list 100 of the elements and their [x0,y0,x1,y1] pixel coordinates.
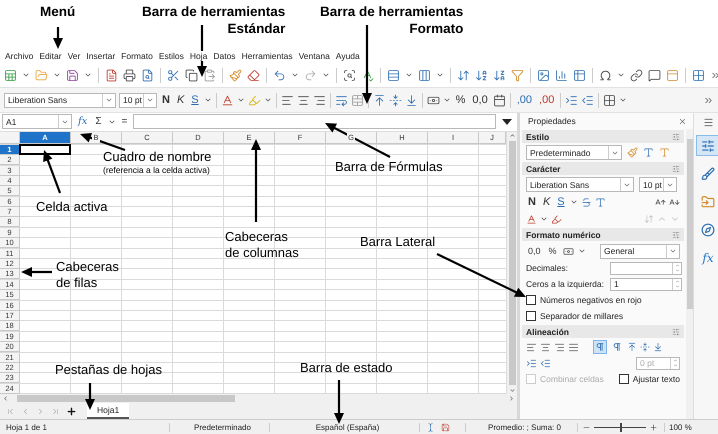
caret-icon[interactable] [436,71,444,79]
formula-button[interactable]: = [120,114,130,130]
paintbrush-icon[interactable] [229,68,242,82]
chart-icon[interactable] [555,68,568,82]
section-header[interactable]: Carácter [522,162,684,175]
caret-icon[interactable] [570,198,578,206]
caret-icon[interactable] [84,71,92,79]
save-icon[interactable] [66,68,79,82]
category-field[interactable]: General [600,244,680,258]
table-icon[interactable] [573,68,586,82]
vertical-scrollbar[interactable] [506,132,517,394]
align-center-icon[interactable] [540,342,551,352]
caret-icon[interactable] [540,215,548,223]
justify-icon[interactable] [568,342,579,352]
sheet-tab[interactable]: Hoja1 [87,403,130,419]
scrollbar-thumb[interactable] [17,395,235,402]
caret-icon[interactable] [669,247,677,255]
number-format-button[interactable]: 0,0 [470,92,490,108]
caret-icon[interactable] [204,96,212,104]
menu-item[interactable]: Formato [120,50,154,60]
menu-item[interactable]: Editar [38,50,63,60]
scroll-right-icon[interactable] [508,395,515,402]
zoom-level[interactable]: 100 % [664,422,692,432]
selection-mode-icon[interactable] [426,422,435,432]
section-header[interactable]: Alineación [522,325,684,338]
copy-icon[interactable] [185,68,198,82]
menu-item[interactable]: Datos [212,50,237,60]
more-options-icon[interactable] [672,328,680,336]
sum-button[interactable]: Σ [93,114,104,130]
checkbox-label[interactable]: Números negativos en rojo [540,295,642,305]
font-name-field[interactable]: Liberation Sans [526,177,634,192]
function-wizard-button[interactable]: fx [76,114,90,130]
caret-icon[interactable] [22,71,30,79]
caret-icon[interactable] [578,247,586,255]
checkbox[interactable] [526,311,536,321]
caret-icon[interactable] [53,71,61,79]
currency-icon[interactable] [562,246,574,256]
link-icon[interactable] [630,68,643,82]
print-icon[interactable] [123,68,136,82]
align-top-icon[interactable] [372,94,386,106]
caret-icon[interactable] [291,71,299,79]
checkbox-label[interactable]: Separador de millares [540,311,624,321]
caret-icon[interactable] [146,96,154,104]
horizontal-scrollbar[interactable] [0,394,517,403]
sort-icon[interactable] [457,68,470,82]
borders-icon[interactable] [603,94,616,106]
section-header[interactable]: Estilo [522,130,684,143]
close-icon[interactable] [678,116,687,126]
spin-up-icon[interactable] [674,279,680,284]
spreadsheet-icon[interactable] [4,68,17,82]
checkbox-label[interactable]: Ajustar texto [632,374,680,384]
checkbox[interactable] [526,295,536,305]
properties-tab[interactable] [696,135,718,156]
indent-increase-icon[interactable] [526,358,537,368]
modified-icon[interactable] [441,422,450,432]
paste-icon[interactable] [203,68,216,82]
caret-icon[interactable] [264,96,272,104]
menu-icon[interactable] [702,117,714,128]
spin-up-icon[interactable] [672,358,678,363]
menu-item[interactable]: Estilos [158,50,185,60]
menu-item[interactable]: Ayuda [334,50,361,60]
menu-item[interactable]: Herramientas [240,50,294,60]
find-replace-icon[interactable] [343,68,356,82]
functions-tab[interactable]: fx [696,247,718,268]
scroll-down-icon[interactable] [508,387,516,394]
number-format-button[interactable]: 0,0 [526,243,543,259]
caret-icon[interactable] [108,118,116,126]
caret-icon[interactable] [619,96,628,104]
italic-button[interactable]: K [540,194,552,210]
columns-icon[interactable] [418,68,431,82]
caret-icon[interactable] [105,96,113,104]
comment-icon[interactable] [648,68,661,82]
caret-icon[interactable] [442,96,451,104]
name-box[interactable]: A1 [2,114,72,130]
align-right-icon[interactable] [312,94,326,106]
more-options-icon[interactable] [672,230,680,238]
active-cell[interactable] [19,144,71,155]
align-center-icon[interactable] [296,94,310,106]
strikethrough-icon[interactable] [580,196,592,208]
text-direction-button[interactable] [593,340,607,354]
image-icon[interactable] [537,68,550,82]
add-sheet-icon[interactable] [66,406,77,416]
underline-button[interactable]: S [555,194,567,210]
calendar-icon[interactable] [492,94,506,106]
align-bottom-icon[interactable] [653,342,663,352]
menu-item[interactable]: Archivo [4,50,34,60]
spin-field[interactable]: 1 [610,278,682,290]
align-right-icon[interactable] [554,342,565,352]
italic-button[interactable]: K [174,92,186,108]
scrollbar-thumb[interactable] [508,140,516,386]
sort-descending-icon[interactable] [493,68,506,82]
align-left-icon[interactable] [526,342,537,352]
indent-decrease-icon[interactable] [540,358,551,368]
add-decimal-button[interactable]: ,00 [514,92,534,108]
highlighter-icon[interactable] [551,214,562,224]
bold-button[interactable]: N [160,92,172,108]
more-options-icon[interactable] [672,164,680,172]
language[interactable]: Español (España) [316,422,380,432]
omega-icon[interactable] [599,68,612,82]
more-options-icon[interactable] [672,132,680,140]
